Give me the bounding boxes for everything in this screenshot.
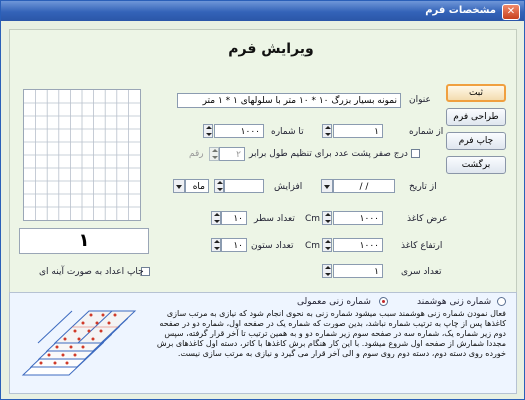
paper-height-input[interactable]: ۱۰۰۰: [333, 238, 383, 252]
from-number-label: از شماره: [409, 127, 444, 137]
date-picker-dropdown[interactable]: [321, 179, 333, 193]
from-date-input[interactable]: / /: [333, 179, 395, 193]
period-select[interactable]: ماه: [185, 179, 209, 193]
print-form-button[interactable]: چاپ فرم: [446, 132, 506, 150]
paper-width-input[interactable]: ۱۰۰۰: [333, 211, 383, 225]
form-properties-window: مشخصات فرم ✕ ویرایش فرم عنوان نمونه بسیا…: [0, 0, 525, 400]
leading-zero-checkbox[interactable]: [411, 149, 420, 158]
paper-width-spinner[interactable]: [322, 211, 332, 225]
paper-height-label: ارتفاع کاغذ: [401, 241, 443, 251]
series-count-input[interactable]: ۱: [333, 264, 383, 278]
row-count-spinner[interactable]: [211, 211, 221, 225]
smart-numbering-label: شماره زنی هوشمند: [417, 297, 492, 307]
row-count-input[interactable]: ۱۰: [221, 211, 247, 225]
title-label: عنوان: [409, 95, 431, 105]
to-number-input[interactable]: ۱۰۰۰: [214, 124, 264, 138]
period-dropdown[interactable]: [173, 179, 185, 193]
smart-numbering-radio[interactable]: [497, 297, 506, 306]
from-date-label: از تاریخ: [409, 182, 437, 192]
page-number-display: ۱: [19, 228, 149, 254]
col-count-input[interactable]: ۱۰: [221, 238, 247, 252]
paper-height-spinner[interactable]: [322, 238, 332, 252]
col-count-label: تعداد ستون: [251, 241, 294, 251]
to-number-spinner[interactable]: [203, 124, 213, 138]
to-number-label: تا شماره: [271, 127, 304, 137]
save-button[interactable]: ثبت: [446, 84, 506, 102]
paper-width-unit: Cm: [305, 214, 321, 224]
title-bar[interactable]: مشخصات فرم ✕: [1, 1, 524, 21]
digits-input[interactable]: ۲: [219, 147, 245, 161]
row-count-label: تعداد سطر: [254, 214, 295, 224]
back-button[interactable]: برگشت: [446, 156, 506, 174]
title-input[interactable]: نمونه بسیار بزرگ ۱۰ * ۱۰ متر با سلولهای …: [177, 93, 401, 108]
smart-numbering-description: فعال نمودن شماره زنی هوشمند سبب میشود شم…: [156, 309, 506, 358]
col-count-spinner[interactable]: [211, 238, 221, 252]
leading-zero-label: درج صفر پشت عدد برای تنظیم طول برابر: [249, 149, 408, 159]
page-title: ویرایش فرم: [228, 41, 314, 57]
smart-numbering-illustration-icon: [21, 310, 137, 376]
window-title: مشخصات فرم: [425, 5, 496, 16]
paper-width-label: عرض کاغذ: [407, 214, 448, 224]
normal-numbering-radio[interactable]: [379, 297, 388, 306]
normal-numbering-label: شماره زنی معمولی: [297, 297, 371, 307]
close-icon[interactable]: ✕: [502, 4, 520, 20]
paper-height-unit: Cm: [305, 241, 321, 251]
digits-label: رقم: [189, 149, 204, 159]
design-form-button[interactable]: طراحی فرم: [446, 108, 506, 126]
increment-input[interactable]: [224, 179, 264, 193]
mirror-print-label: چاپ اعداد به صورت آینه ای: [39, 267, 144, 277]
increment-spinner[interactable]: [214, 179, 224, 193]
series-count-label: تعداد سری: [401, 267, 442, 277]
increment-label: افزایش: [274, 182, 303, 192]
from-number-spinner[interactable]: [322, 124, 332, 138]
from-number-input[interactable]: ۱: [333, 124, 383, 138]
form-preview-grid: [23, 89, 141, 221]
series-count-spinner[interactable]: [322, 264, 332, 278]
digits-spinner[interactable]: [209, 147, 219, 161]
